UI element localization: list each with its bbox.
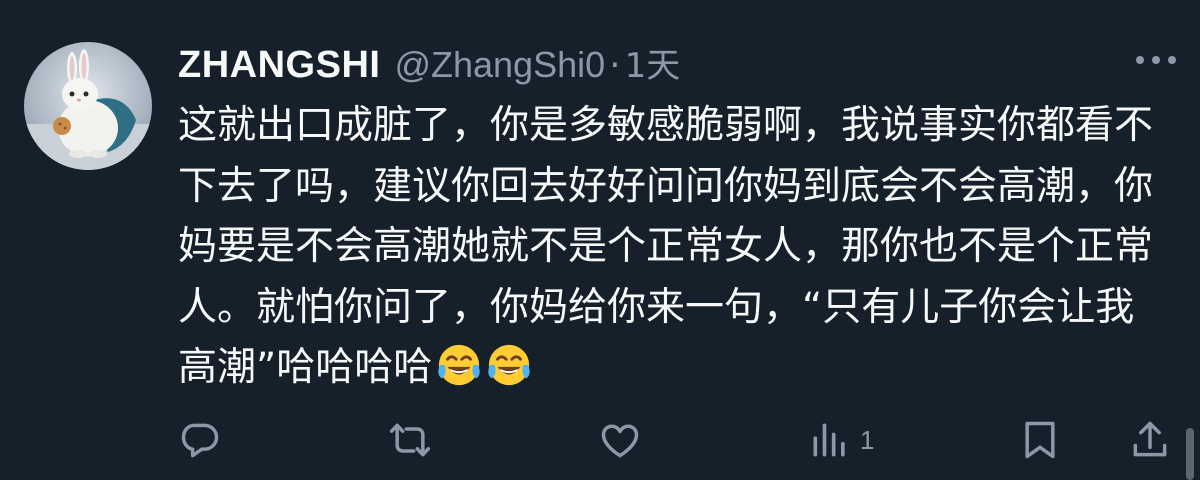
retweet-icon: [389, 423, 431, 457]
views-count: 1: [860, 424, 875, 455]
share-button[interactable]: [1128, 418, 1172, 462]
views-icon: [813, 423, 845, 457]
bookmark-button[interactable]: [1018, 418, 1062, 462]
user-handle[interactable]: @ZhangShi0: [394, 44, 605, 86]
share-icon: [1133, 421, 1167, 457]
display-name[interactable]: ZHANGSHI: [178, 44, 380, 87]
like-icon: [601, 424, 639, 458]
tweet[interactable]: ZHANGSHI @ZhangShi0 · 1天 这就出口成脏了，你是多敏感脆弱…: [0, 0, 1200, 480]
rabbit-avatar-image: [24, 42, 152, 170]
tweet-text: 这就出口成脏了，你是多敏感脆弱啊，我说事实你都看不下去了吗，建议你回去好好问问你…: [178, 96, 1168, 399]
separator-dot: ·: [609, 45, 621, 86]
reply-icon: [181, 423, 219, 458]
more-options-icon[interactable]: [1136, 48, 1176, 72]
face-with-tears-of-joy-icon: [438, 344, 480, 386]
like-button[interactable]: [598, 418, 642, 462]
scrollbar[interactable]: [1186, 428, 1194, 480]
views-button[interactable]: 1: [808, 418, 874, 462]
tweet-header: ZHANGSHI @ZhangShi0 · 1天: [178, 38, 680, 92]
avatar[interactable]: [24, 42, 152, 170]
tweet-text-body: 这就出口成脏了，你是多敏感脆弱啊，我说事实你都看不下去了吗，建议你回去好好问问你…: [178, 103, 1154, 390]
tweet-actions: 1: [178, 418, 1172, 462]
bookmark-icon: [1025, 421, 1055, 459]
timestamp[interactable]: 1天: [625, 38, 681, 87]
face-with-tears-of-joy-icon: [488, 344, 530, 386]
reply-button[interactable]: [178, 418, 222, 462]
retweet-button[interactable]: [388, 418, 432, 462]
